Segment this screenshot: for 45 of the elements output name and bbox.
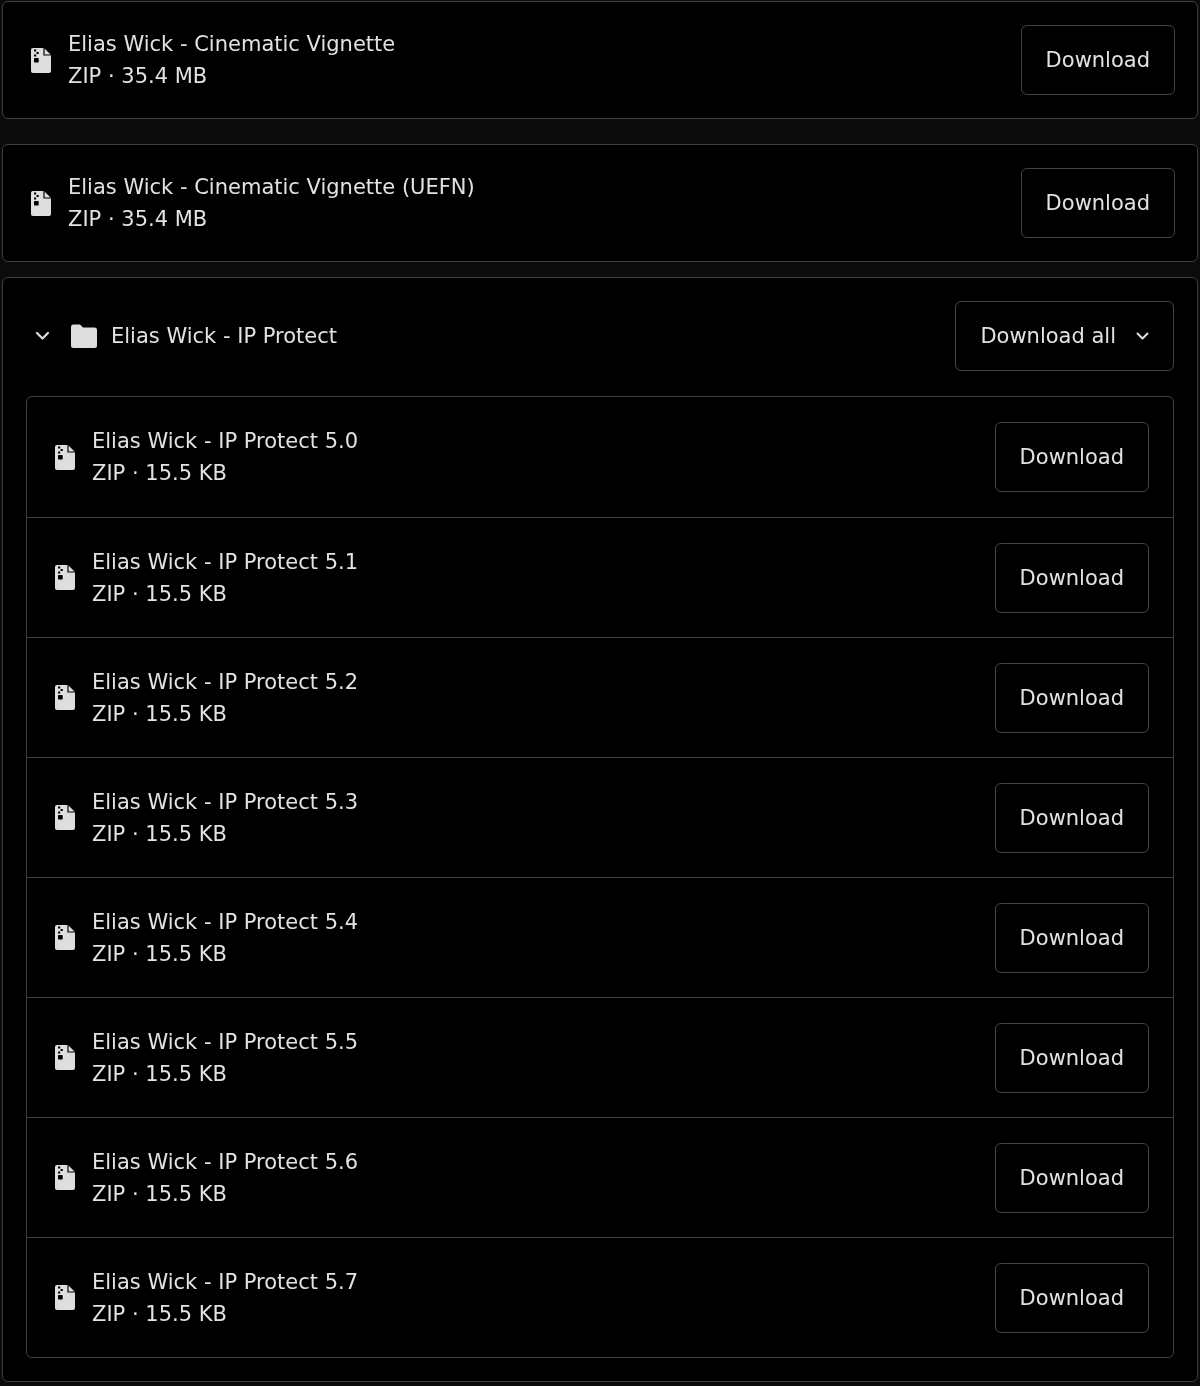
zip-file-icon xyxy=(55,565,75,590)
file-name: Elias Wick - Cinematic Vignette xyxy=(68,31,396,58)
zip-file-icon xyxy=(55,1285,75,1310)
file-info: ZIP · 15.5 KB xyxy=(92,580,228,608)
chevron-icon[interactable] xyxy=(35,331,50,341)
download-button[interactable]: Download xyxy=(994,1142,1149,1213)
file-name: Elias Wick - IP Protect 5.5 xyxy=(92,1028,359,1056)
file-info: ZIP · 15.5 KB xyxy=(92,460,228,487)
file-info: ZIP · 15.5 KB xyxy=(92,1300,228,1328)
download-button[interactable]: Download xyxy=(994,542,1149,613)
zip-file-icon xyxy=(55,444,75,470)
file-name: Elias Wick - IP Protect 5.0 xyxy=(92,428,359,455)
download-all-button[interactable]: Download all xyxy=(955,301,1174,371)
zip-file-icon xyxy=(55,805,75,830)
download-button[interactable]: Download xyxy=(994,782,1149,853)
download-button[interactable]: Download xyxy=(994,1262,1149,1333)
file-info: ZIP · 35.4 MB xyxy=(68,206,209,233)
file-info: ZIP · 35.4 MB xyxy=(68,63,209,90)
download-button[interactable]: Download xyxy=(1020,25,1175,95)
download-button[interactable]: Download xyxy=(994,902,1149,973)
zip-file-icon xyxy=(55,1045,75,1070)
download-button[interactable]: Download xyxy=(994,662,1149,733)
file-name: Elias Wick - IP Protect 5.7 xyxy=(92,1268,359,1296)
file-info: ZIP · 15.5 KB xyxy=(92,700,228,728)
file-info: ZIP · 15.5 KB xyxy=(92,1180,228,1208)
file-info: ZIP · 15.5 KB xyxy=(92,940,228,968)
download-button[interactable]: Download xyxy=(1020,168,1175,238)
zip-file-icon xyxy=(31,190,51,216)
download-button[interactable]: Download xyxy=(994,422,1149,492)
zip-file-icon xyxy=(55,925,75,950)
zip-file-icon xyxy=(55,685,75,710)
file-name: Elias Wick - IP Protect 5.2 xyxy=(92,668,359,696)
file-name: Elias Wick - IP Protect 5.1 xyxy=(92,548,359,576)
file-name: Elias Wick - IP Protect 5.6 xyxy=(92,1148,359,1176)
zip-file-icon xyxy=(55,1165,75,1190)
file-name: Elias Wick - IP Protect 5.3 xyxy=(92,788,359,816)
file-name: Elias Wick - IP Protect 5.4 xyxy=(92,908,359,936)
folder-icon xyxy=(71,324,97,348)
file-info: ZIP · 15.5 KB xyxy=(92,820,228,848)
file-info: ZIP · 15.5 KB xyxy=(92,1060,228,1088)
file-name: Elias Wick - Cinematic Vignette (UEFN) xyxy=(68,174,475,201)
download-button[interactable]: Download xyxy=(994,1022,1149,1093)
zip-file-icon xyxy=(31,47,51,73)
caret-icon xyxy=(1136,332,1149,340)
folder-name: Elias Wick - IP Protect xyxy=(111,323,337,350)
